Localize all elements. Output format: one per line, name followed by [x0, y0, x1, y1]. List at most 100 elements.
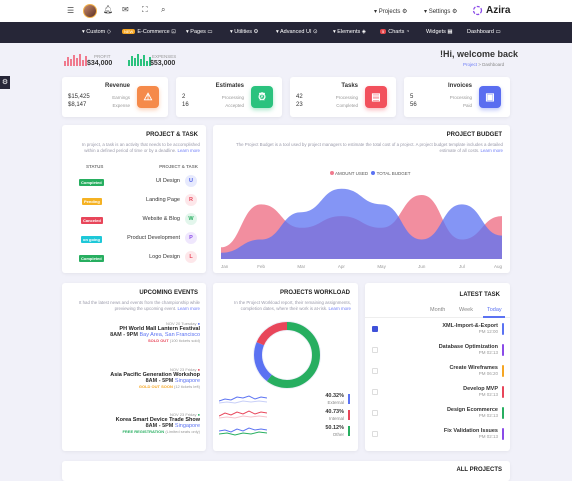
tasks-processing-value: 42 [296, 94, 303, 100]
projects-workload-card: PROJECTS WORKLOAD In the Project Workloa… [213, 283, 358, 451]
warning-icon: ⚠ [137, 86, 159, 108]
all-projects-card: ALL PROJECTS [62, 461, 510, 481]
invoices-processing-value: 5 [410, 94, 414, 100]
search-icon[interactable]: ⌕ [161, 6, 165, 14]
data-point [260, 239, 262, 241]
breadcrumb-project-link[interactable]: Project [463, 62, 477, 67]
task-checkbox[interactable] [372, 431, 378, 437]
events-desc: It had the latest news and events from t… [70, 300, 200, 312]
task-color-bar [502, 365, 504, 377]
nav-ecommerce[interactable]: NEW E-Commerce ⊡ [122, 29, 176, 35]
latest-task-item[interactable]: XML-Import-&-Export PM 12:00 [442, 323, 498, 334]
latest-task-item[interactable]: Create Wireframes PM 06:20 [449, 365, 498, 376]
task-name[interactable]: Product Development [127, 235, 180, 241]
projects-dropdown[interactable]: ▾ Projects ⚙ [374, 8, 407, 15]
nav-dashboard[interactable]: Dashboard ▭ [467, 29, 501, 35]
tab-month[interactable]: Month [430, 307, 445, 313]
task-name[interactable]: Website & Blog [142, 216, 180, 222]
x-tick-label: Feb [257, 264, 265, 269]
internal-marker [348, 410, 350, 420]
data-point [381, 204, 383, 206]
task-avatar: U [185, 175, 197, 187]
project-budget-desc-text: The Project Budget is a tool used by pro… [235, 142, 503, 153]
invoice-icon: ▣ [479, 86, 501, 108]
events-learn-more-link[interactable]: Learn more [178, 306, 200, 311]
project-task-card: PROJECT & TASK In project, a task is an … [62, 125, 206, 273]
data-point [461, 204, 463, 206]
event-status-extra: (12 tickets left) [173, 384, 200, 389]
mail-icon[interactable]: ✉ [122, 6, 129, 14]
task-name[interactable]: Landing Page [146, 197, 180, 203]
project-budget-card: PROJECT BUDGET The Project Budget is a t… [213, 125, 510, 273]
avatar[interactable] [83, 4, 97, 18]
nav-advanced-ui[interactable]: ▾ Advanced UI ⊙ [276, 29, 318, 35]
settings-dropdown[interactable]: ▾ Settings ⚙ [424, 8, 457, 15]
expenses-value: $53,000 [150, 60, 176, 67]
latest-task-item[interactable]: Develop MVP PM 02:13 [463, 386, 498, 397]
menu-icon[interactable]: ☰ [67, 7, 74, 15]
tasks-card[interactable]: Tasks 42 Processing 23 Completed ▤ [290, 77, 396, 117]
invoices-card[interactable]: Invoices 5 Processing 56 Paid ▣ [404, 77, 510, 117]
nav-ecommerce-label: E-Commerce [137, 29, 170, 35]
data-point [501, 215, 503, 217]
nav-widgets[interactable]: Widgets ▦ [426, 29, 453, 35]
tasks-completed-label: Completed [336, 103, 358, 108]
nav-charts-label: Charts [388, 29, 405, 35]
revenue-expense-value: $8,147 [68, 102, 87, 108]
estimates-card[interactable]: Estimates 2 Processing 16 Accepted ⏰︎ [176, 77, 282, 117]
nav-pages[interactable]: ▾ Pages ▭ [186, 29, 213, 35]
nav-utilities[interactable]: ▾ Utilities ⚙ [230, 29, 259, 35]
task-color-bar [502, 428, 504, 440]
latest-task-item[interactable]: Design Ecommerce PM 02:13 [447, 407, 498, 418]
latest-task-card: LATEST TASK Month Week Today XML-Import-… [365, 283, 510, 451]
invoices-processing-label: Processing [449, 95, 472, 100]
settings-gear-icon[interactable]: ⚙ [0, 76, 10, 89]
external-percent: 40.32% [325, 393, 344, 399]
event-item[interactable]: NOV 23 Friday ● Korea Smart Device Trade… [58, 412, 200, 434]
event-status: GOLD OUT SOON [138, 384, 173, 389]
nav-charts[interactable]: 5 Charts ◔ [380, 29, 409, 35]
task-name[interactable]: UI Design [156, 178, 180, 184]
expenses-label: EXPENSES [152, 54, 177, 59]
fullscreen-icon[interactable]: ⛶ [142, 6, 148, 14]
projects-workload-title: PROJECTS WORKLOAD [279, 290, 350, 296]
nav-widgets-label: Widgets [426, 29, 446, 35]
latest-task-item[interactable]: Fix Validation Issues PM 02:13 [444, 428, 498, 439]
latest-task-item[interactable]: Database Optimization PM 02:13 [439, 344, 498, 355]
data-point [300, 211, 302, 213]
tasks-processing-label: Processing [335, 95, 358, 100]
main-navbar: ▾ Custom ◇ NEW E-Commerce ⊡ ▾ Pages ▭ ▾ U… [0, 22, 572, 43]
task-checkbox[interactable] [372, 368, 378, 374]
task-checkbox[interactable] [372, 410, 378, 416]
revenue-card[interactable]: Revenue $15,425 Earnings $8,147 Expense … [62, 77, 168, 117]
nav-custom[interactable]: ▾ Custom ◇ [82, 29, 111, 35]
project-budget-learn-more-link[interactable]: Learn more [481, 148, 503, 153]
task-name[interactable]: Logo Design [149, 254, 180, 260]
event-item[interactable]: NOV 23 Friday ● Asia Pacific Generation … [58, 367, 200, 389]
revenue-earnings-value: $15,425 [68, 94, 90, 100]
event-time: 8AM - 9PM [110, 332, 138, 338]
profit-mini-chart [64, 54, 87, 66]
invoices-title: Invoices [447, 83, 472, 89]
task-checkbox[interactable] [372, 326, 378, 332]
workload-learn-more-link[interactable]: Learn more [329, 306, 351, 311]
task-avatar: W [185, 213, 197, 225]
invoices-paid-label: Paid [462, 103, 472, 108]
tab-today[interactable]: Today [487, 307, 502, 313]
nav-elements[interactable]: ▾ Elements ◈ [333, 29, 366, 35]
brand-logo-icon [472, 5, 483, 16]
event-item[interactable]: NOV 20 Tuesday ● PH World Mall Lantern F… [58, 321, 200, 343]
task-checkbox[interactable] [372, 389, 378, 395]
task-color-bar [502, 344, 504, 356]
x-tick-label: Mar [297, 264, 305, 269]
bell-icon[interactable]: 🔔︎ [103, 6, 113, 14]
project-task-learn-more-link[interactable]: Learn more [178, 148, 200, 153]
tasks-title: Tasks [341, 83, 358, 89]
revenue-earnings-label: Earnings [112, 95, 130, 100]
x-tick-label: Aug [494, 264, 503, 269]
task-checkbox[interactable] [372, 347, 378, 353]
event-status-extra: (100 tickets sold) [169, 338, 200, 343]
tab-week[interactable]: Week [459, 307, 473, 313]
chart-legend: AMOUNT USED TOTAL BUDGET [330, 171, 411, 176]
nav-advanced-label: Advanced UI [280, 29, 312, 35]
